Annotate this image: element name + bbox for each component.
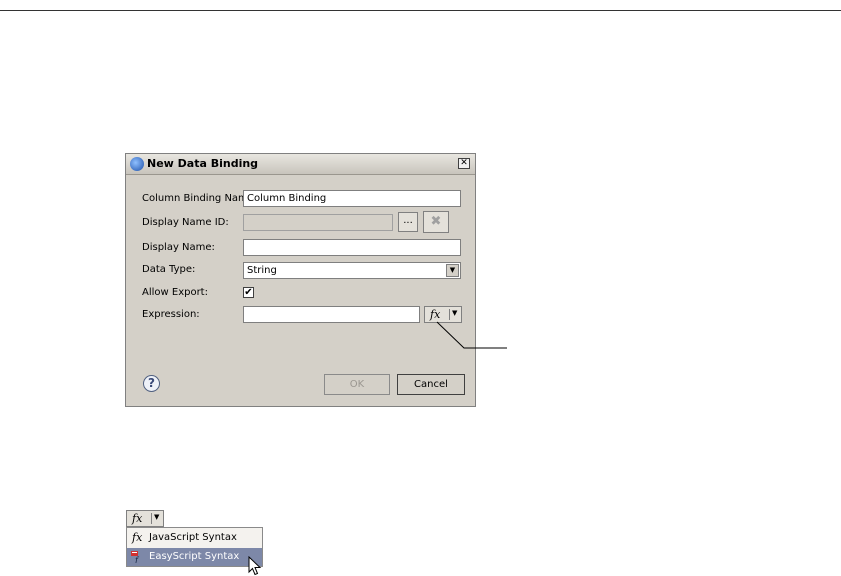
ok-button[interactable]: OK xyxy=(324,374,390,395)
new-data-binding-dialog: New Data Binding ✕ Column Binding Name: … xyxy=(125,153,476,407)
data-type-label: Data Type: xyxy=(142,264,196,275)
button-separator xyxy=(449,309,450,320)
mouse-cursor-icon xyxy=(248,556,262,576)
allow-export-checkbox[interactable]: ✔ xyxy=(243,287,254,298)
fx-icon: fx xyxy=(132,512,143,525)
menu-item-javascript-syntax[interactable]: fx JavaScript Syntax xyxy=(127,529,262,547)
syntax-dropdown-button[interactable]: fx ▼ xyxy=(126,510,164,527)
syntax-menu: fx JavaScript Syntax f EasyScript Syntax xyxy=(126,527,263,567)
display-name-id-label: Display Name ID: xyxy=(142,217,229,228)
column-binding-name-label: Column Binding Name: xyxy=(142,193,258,204)
help-icon[interactable]: ? xyxy=(143,375,160,392)
allow-export-label: Allow Export: xyxy=(142,287,208,298)
clear-display-name-id-button[interactable]: ✖ xyxy=(423,211,449,233)
data-type-value: String xyxy=(247,265,277,276)
page-header-rule xyxy=(0,10,841,11)
chevron-down-icon[interactable]: ▼ xyxy=(154,513,159,521)
fx-icon: fx xyxy=(132,531,143,544)
dialog-titlebar[interactable]: New Data Binding ✕ xyxy=(126,154,475,175)
button-separator xyxy=(151,513,152,524)
expression-label: Expression: xyxy=(142,309,200,320)
easyscript-icon: f xyxy=(131,551,140,563)
browse-display-name-id-button[interactable]: ... xyxy=(398,212,418,232)
menu-item-label: EasyScript Syntax xyxy=(149,551,240,562)
chevron-down-icon[interactable]: ▼ xyxy=(446,264,459,277)
fx-icon: fx xyxy=(430,308,441,321)
dialog-title: New Data Binding xyxy=(147,157,259,170)
display-name-label: Display Name: xyxy=(142,242,215,253)
expression-input[interactable] xyxy=(243,306,420,323)
menu-item-easyscript-syntax[interactable]: f EasyScript Syntax xyxy=(127,548,262,566)
cancel-button[interactable]: Cancel xyxy=(397,374,465,395)
menu-item-label: JavaScript Syntax xyxy=(149,532,237,543)
display-name-input[interactable] xyxy=(243,239,461,256)
expression-builder-button[interactable]: fx ▼ xyxy=(424,306,462,323)
display-name-id-input xyxy=(243,214,393,231)
close-button[interactable]: ✕ xyxy=(458,158,470,169)
column-binding-name-input[interactable]: Column Binding xyxy=(243,190,461,207)
svg-text:f: f xyxy=(134,556,140,563)
chevron-down-icon[interactable]: ▼ xyxy=(452,309,457,317)
app-icon xyxy=(130,157,144,171)
data-type-select[interactable]: String ▼ xyxy=(243,262,461,279)
